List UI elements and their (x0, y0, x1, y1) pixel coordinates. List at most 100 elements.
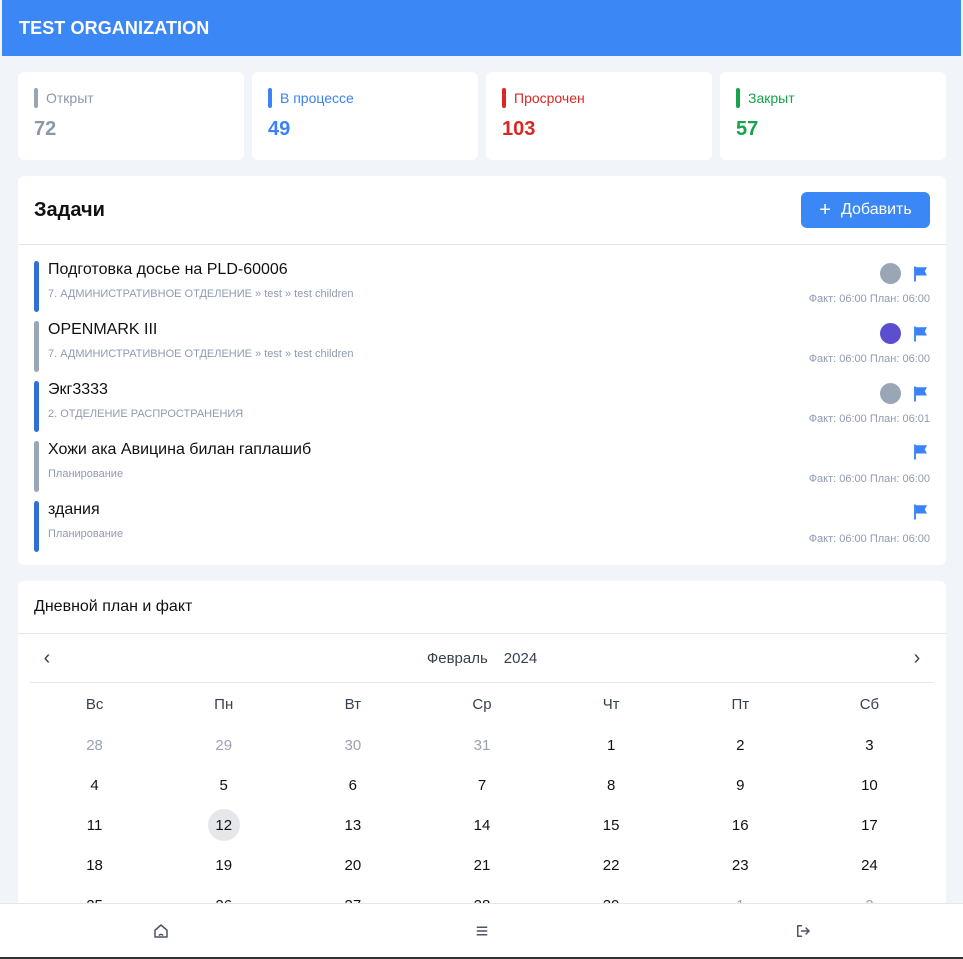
home-icon[interactable] (152, 922, 170, 940)
day-number: 2 (736, 736, 745, 754)
calendar-day[interactable]: 17 (805, 805, 934, 845)
calendar-day[interactable]: 28 (30, 725, 159, 765)
task-path: Планирование (48, 528, 124, 540)
stat-open[interactable]: Открыт 72 (18, 72, 244, 160)
calendar-month: Февраль (426, 649, 488, 667)
stat-label: Просрочен (514, 90, 585, 106)
day-number: 8 (606, 776, 616, 794)
stat-value: 57 (736, 118, 759, 140)
calendar-day-selected[interactable]: 12 (159, 805, 288, 845)
day-number: 22 (602, 856, 620, 874)
day-number: 3 (865, 736, 874, 754)
calendar-day[interactable]: 7 (417, 765, 546, 805)
calendar-day[interactable]: 8 (547, 765, 676, 805)
stat-label: Закрыт (748, 90, 795, 106)
task-title: Экг3333 (48, 381, 108, 398)
calendar-day[interactable]: 19 (159, 845, 288, 885)
day-number: 12 (207, 809, 240, 841)
day-number: 5 (219, 776, 228, 794)
day-number: 15 (602, 816, 620, 834)
menu-icon[interactable] (473, 922, 491, 940)
calendar-day[interactable]: 31 (417, 725, 546, 765)
calendar-day[interactable]: 18 (30, 845, 159, 885)
task-time: Факт: 06:00 План: 06:00 (808, 293, 930, 305)
status-summary: Открыт 72 В процессе 49 Просрочен 103 За… (18, 72, 946, 160)
task-time: Факт: 06:00 План: 06:01 (808, 413, 930, 425)
stat-label: Открыт (46, 90, 94, 106)
calendar-nav: ‹ Февраль 2024 › (30, 634, 934, 683)
day-number: 28 (86, 736, 103, 754)
calendar-day[interactable]: 9 (676, 765, 805, 805)
calendar-day[interactable]: 2 (676, 725, 805, 765)
calendar-grid: Вс Пн Вт Ср Чт Пт Сб 28 29 30 31 1 2 3 4 5 6 7 8 9 10 11 12 13 1… (30, 683, 934, 912)
task-row[interactable]: OPENMARK III 7. АДМИНИСТРАТИВНОЕ ОТДЕЛЕНИ… (34, 305, 930, 372)
logout-icon[interactable] (794, 922, 812, 940)
flag-icon[interactable] (912, 265, 930, 283)
task-row[interactable]: здания Планирование Факт: 06:00 План: 06:0… (34, 485, 930, 552)
task-actions (912, 503, 930, 521)
calendar-day[interactable]: 14 (417, 805, 546, 845)
calendar-day[interactable]: 5 (159, 765, 288, 805)
stat-color-bar (268, 88, 272, 108)
flag-icon[interactable] (912, 503, 930, 521)
flag-icon[interactable] (912, 325, 930, 343)
calendar-month-year[interactable]: Февраль 2024 (419, 650, 545, 667)
weekday-label: Чт (602, 695, 620, 713)
assignee-status-dot[interactable] (880, 383, 901, 404)
assignee-status-dot[interactable] (880, 263, 901, 284)
organization-title: TEST ORGANIZATION (19, 17, 210, 38)
calendar-title: Дневной план и факт (18, 581, 946, 634)
weekday-label: Пт (731, 695, 750, 713)
task-actions (912, 443, 930, 461)
stat-value: 103 (502, 118, 536, 140)
stat-label: В процессе (280, 90, 354, 106)
calendar-day[interactable]: 13 (288, 805, 417, 845)
day-number: 19 (215, 856, 233, 874)
calendar-day[interactable]: 1 (547, 725, 676, 765)
stat-in-progress[interactable]: В процессе 49 (252, 72, 478, 160)
calendar-day[interactable]: 24 (805, 845, 934, 885)
day-number: 11 (86, 816, 103, 834)
calendar-day[interactable]: 29 (159, 725, 288, 765)
calendar-day[interactable]: 21 (417, 845, 546, 885)
day-number: 7 (477, 776, 487, 794)
day-number: 9 (736, 776, 745, 794)
stat-overdue[interactable]: Просрочен 103 (486, 72, 712, 160)
weekday-label: Ср (472, 695, 492, 713)
daily-plan-calendar: Дневной план и факт ‹ Февраль 2024 › Вс Пн… (18, 581, 946, 911)
plus-icon: + (819, 199, 831, 221)
chevron-left-icon[interactable]: ‹ (38, 647, 56, 670)
day-number: 17 (861, 816, 878, 834)
day-number: 20 (344, 856, 362, 874)
calendar-day[interactable]: 22 (547, 845, 676, 885)
calendar-day[interactable]: 15 (547, 805, 676, 845)
task-row[interactable]: Хожи ака Авицина билан гаплашиб Планирова… (34, 425, 930, 492)
chevron-right-icon[interactable]: › (908, 647, 926, 670)
day-number: 23 (731, 856, 749, 874)
flag-icon[interactable] (912, 443, 930, 461)
assignee-status-dot[interactable] (880, 323, 901, 344)
calendar-day[interactable]: 11 (30, 805, 159, 845)
calendar-day[interactable]: 3 (805, 725, 934, 765)
calendar-day[interactable]: 23 (676, 845, 805, 885)
calendar-day[interactable]: 6 (288, 765, 417, 805)
task-time: Факт: 06:00 План: 06:00 (808, 533, 930, 545)
task-status-bar (34, 501, 39, 552)
weekday-label: Сб (859, 695, 880, 713)
stat-closed[interactable]: Закрыт 57 (720, 72, 946, 160)
day-number: 24 (861, 856, 878, 874)
calendar-day[interactable]: 16 (676, 805, 805, 845)
add-task-button[interactable]: + Добавить (801, 192, 930, 228)
calendar-day[interactable]: 4 (30, 765, 159, 805)
task-row[interactable]: Подготовка досье на PLD-60006 7. АДМИНИСТ… (34, 245, 930, 312)
task-list: Подготовка досье на PLD-60006 7. АДМИНИСТ… (18, 245, 946, 552)
day-number: 6 (348, 776, 358, 794)
task-path: 2. ОТДЕЛЕНИЕ РАСПРОСТРАНЕНИЯ (48, 408, 244, 420)
calendar-day[interactable]: 30 (288, 725, 417, 765)
weekday-label: Пн (214, 695, 234, 713)
flag-icon[interactable] (912, 385, 930, 403)
task-row[interactable]: Экг3333 2. ОТДЕЛЕНИЕ РАСПРОСТРАНЕНИЯ Факт:… (34, 365, 930, 432)
calendar-day[interactable]: 10 (805, 765, 934, 805)
app-header: TEST ORGANIZATION (2, 0, 961, 56)
calendar-day[interactable]: 20 (288, 845, 417, 885)
